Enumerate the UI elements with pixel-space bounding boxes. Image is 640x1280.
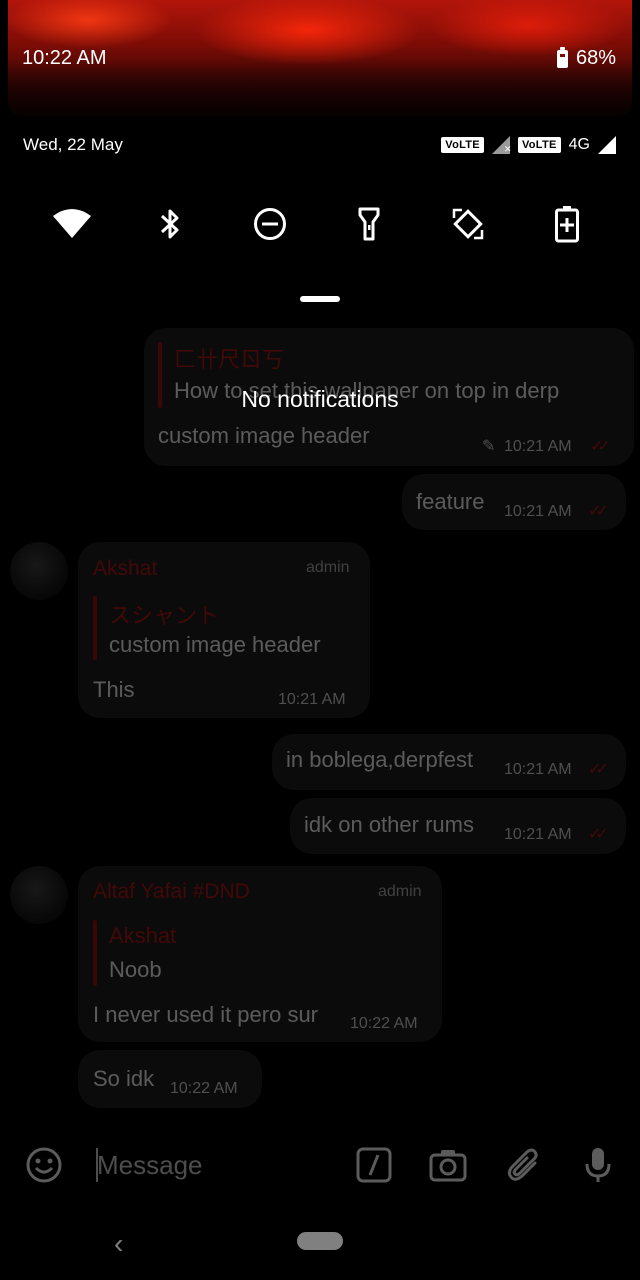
message-text: custom image header bbox=[158, 423, 370, 448]
camera-icon[interactable] bbox=[428, 1145, 468, 1185]
message-bubble-incoming[interactable]: So idk 10:22 AM bbox=[78, 1050, 262, 1108]
signal-no-service-icon: ✕ bbox=[491, 136, 512, 154]
sender-name[interactable]: Altaf Yafai #DND bbox=[93, 880, 250, 904]
quick-settings bbox=[0, 200, 640, 248]
auto-rotate-icon[interactable] bbox=[444, 200, 492, 248]
reply-sender: スシャント bbox=[109, 603, 220, 628]
read-check-icon: ✓✓ bbox=[588, 826, 609, 843]
no-notifications-label: No notifications bbox=[241, 386, 399, 412]
signal-icon bbox=[598, 136, 616, 154]
wifi-icon[interactable] bbox=[48, 200, 96, 248]
message-time: 10:21 AM bbox=[504, 438, 572, 455]
read-check-icon: ✓✓ bbox=[590, 438, 611, 455]
flashlight-icon[interactable] bbox=[345, 200, 393, 248]
message-text: in boblega,derpfest bbox=[286, 747, 474, 772]
home-pill[interactable] bbox=[297, 1232, 343, 1250]
back-chevron-icon[interactable]: ‹ bbox=[114, 1228, 123, 1260]
attach-icon[interactable] bbox=[504, 1145, 544, 1185]
message-bubble-incoming[interactable]: Altaf Yafai #DND admin Akshat Noob I nev… bbox=[78, 866, 442, 1042]
message-text: This bbox=[93, 677, 135, 702]
signal-indicators: VoLTE ✕ VoLTE 4G bbox=[441, 136, 616, 154]
volte-badge: VoLTE bbox=[517, 137, 561, 153]
reply-quote-bar bbox=[93, 596, 97, 660]
chat-background: 匚卄尺ㄖ丂 How to set this wallpaper on top i… bbox=[0, 0, 640, 1280]
reply-sender: 匚卄尺ㄖ丂 bbox=[174, 347, 285, 372]
read-check-icon: ✓✓ bbox=[588, 761, 609, 778]
network-type: 4G bbox=[568, 136, 590, 153]
message-text: idk on other rums bbox=[304, 812, 474, 837]
message-bubble-incoming[interactable]: Akshat admin スシャント custom image header T… bbox=[78, 542, 370, 718]
message-time: 10:21 AM bbox=[504, 826, 572, 843]
reply-text: Noob bbox=[109, 957, 162, 982]
message-text: So idk bbox=[93, 1066, 155, 1091]
message-text: feature bbox=[416, 489, 485, 514]
volte-badge: VoLTE bbox=[441, 137, 484, 153]
message-bubble-outgoing[interactable]: feature 10:21 AM ✓✓ bbox=[402, 474, 626, 530]
battery-percent: 68% bbox=[575, 47, 616, 69]
message-bubble-outgoing[interactable]: idk on other rums 10:21 AM ✓✓ bbox=[290, 798, 626, 854]
read-check-icon: ✓✓ bbox=[588, 503, 609, 520]
message-time: 10:21 AM bbox=[278, 691, 346, 708]
shade-drag-handle[interactable] bbox=[300, 296, 340, 302]
microphone-icon[interactable] bbox=[578, 1145, 618, 1185]
emoji-icon[interactable] bbox=[24, 1145, 64, 1185]
message-time: 10:22 AM bbox=[170, 1080, 238, 1097]
avatar-akshat[interactable] bbox=[10, 542, 68, 600]
battery-icon bbox=[556, 46, 568, 68]
message-bubble-outgoing[interactable]: in boblega,derpfest 10:21 AM ✓✓ bbox=[272, 734, 626, 790]
message-input[interactable]: Message bbox=[97, 1150, 203, 1181]
bot-command-icon[interactable] bbox=[354, 1145, 394, 1185]
reply-quote-bar bbox=[93, 920, 97, 986]
do-not-disturb-icon[interactable] bbox=[246, 200, 294, 248]
avatar-altaf[interactable] bbox=[10, 866, 68, 924]
admin-badge: admin bbox=[306, 559, 350, 576]
message-time: 10:22 AM bbox=[350, 1015, 418, 1032]
bluetooth-icon[interactable] bbox=[146, 200, 194, 248]
sender-name[interactable]: Akshat bbox=[93, 557, 157, 581]
status-battery: 68% bbox=[556, 46, 616, 70]
battery-saver-icon[interactable] bbox=[543, 200, 591, 248]
reply-sender: Akshat bbox=[109, 923, 177, 948]
edited-icon: ✎ bbox=[482, 438, 496, 455]
status-time: 10:22 AM bbox=[22, 47, 107, 69]
date-label[interactable]: Wed, 22 May bbox=[23, 135, 123, 155]
message-input-bar: Message bbox=[0, 1140, 640, 1190]
message-text: I never used it pero sur bbox=[93, 1002, 319, 1027]
message-time: 10:21 AM bbox=[504, 503, 572, 520]
admin-badge: admin bbox=[378, 883, 422, 900]
message-time: 10:21 AM bbox=[504, 761, 572, 778]
reply-text: custom image header bbox=[109, 632, 321, 657]
